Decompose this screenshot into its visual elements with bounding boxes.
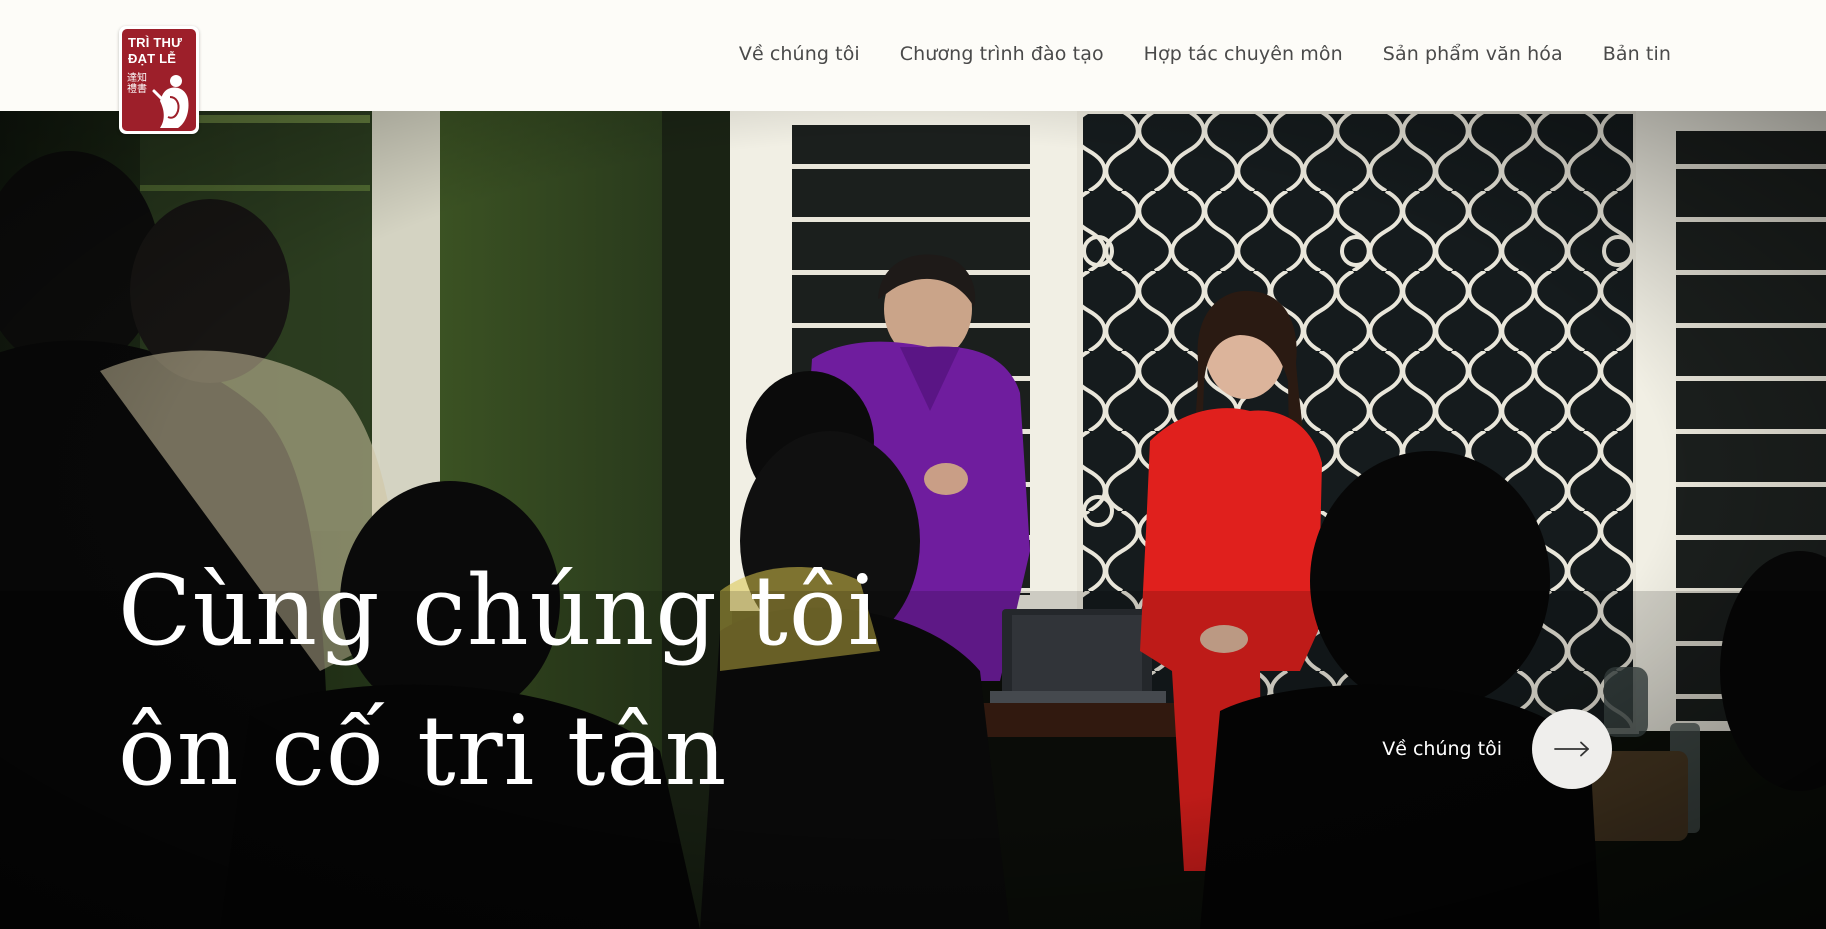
nav-item-newsletter[interactable]: Bản tin	[1603, 43, 1671, 65]
site-header: Về chúng tôi Chương trình đào tạo Hợp tá…	[0, 0, 1826, 111]
logo-badge: TRÌ THƯ ĐẠT LỄ 達知禮書	[122, 29, 196, 131]
logo-text-line1: TRÌ THƯ	[128, 35, 183, 50]
nav-item-training-programs[interactable]: Chương trình đào tạo	[900, 43, 1104, 65]
cta-arrow-button[interactable]	[1532, 709, 1612, 789]
scholar-figure-icon	[152, 75, 189, 128]
main-nav: Về chúng tôi Chương trình đào tạo Hợp tá…	[739, 43, 1671, 65]
nav-item-cultural-products[interactable]: Sản phẩm văn hóa	[1383, 43, 1563, 65]
hero-title-line2: ôn cố tri tân	[118, 695, 728, 807]
hero-title-line1: Cùng chúng tôi	[118, 555, 880, 667]
about-us-cta[interactable]: Về chúng tôi	[1382, 709, 1612, 789]
cta-label: Về chúng tôi	[1382, 738, 1502, 760]
hero-title: Cùng chúng tôi ôn cố tri tân	[118, 541, 879, 821]
site-logo[interactable]: TRÌ THƯ ĐẠT LỄ 達知禮書	[119, 26, 199, 134]
hero-section: Cùng chúng tôi ôn cố tri tân Về chúng tô…	[0, 111, 1826, 929]
nav-item-about[interactable]: Về chúng tôi	[739, 43, 860, 65]
arrow-right-icon	[1554, 741, 1589, 757]
logo-text-line2: ĐẠT LỄ	[128, 51, 177, 66]
nav-item-professional-cooperation[interactable]: Hợp tác chuyên môn	[1144, 43, 1343, 65]
